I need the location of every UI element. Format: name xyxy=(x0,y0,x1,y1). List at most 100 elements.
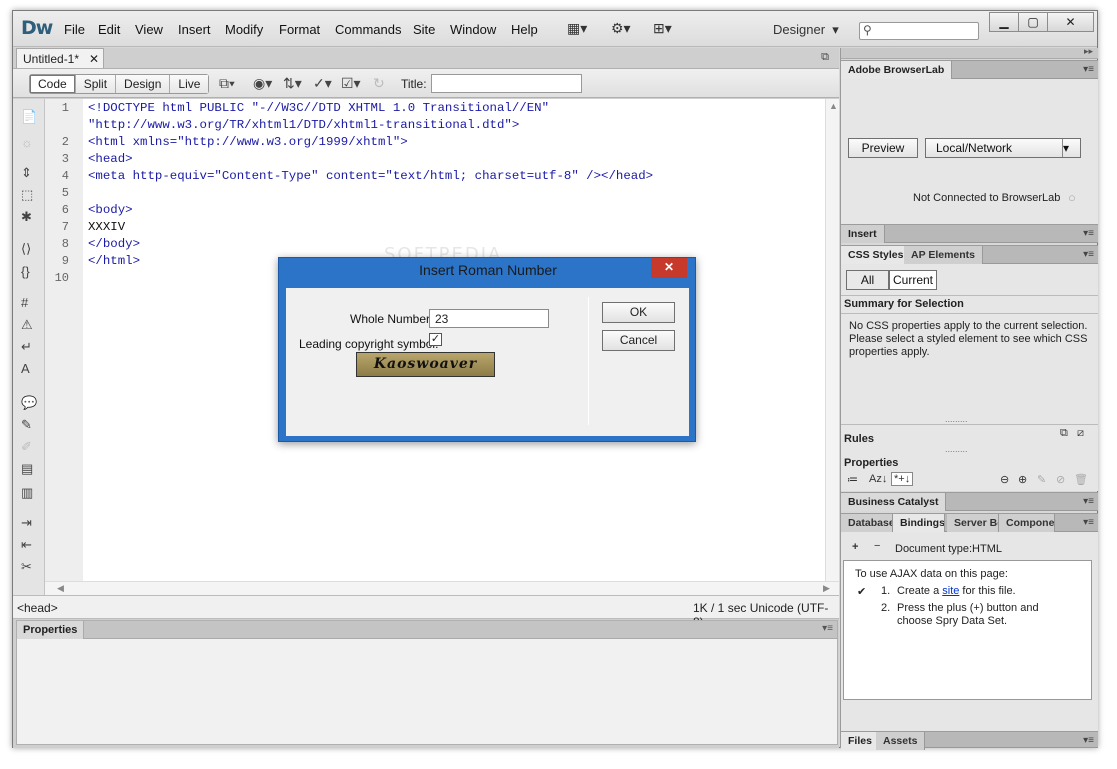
wrap-tag-icon[interactable]: ✐ xyxy=(21,439,32,455)
edit-rule-icon[interactable]: ✎ xyxy=(1037,473,1046,486)
highlight-invalid-icon[interactable]: ⚠ xyxy=(21,317,33,333)
collapse-full-tag-icon[interactable]: ⇕ xyxy=(21,165,32,181)
menu-site[interactable]: Site xyxy=(413,22,435,37)
css-current-button[interactable]: Current xyxy=(889,270,937,290)
cancel-button[interactable]: Cancel xyxy=(602,330,675,351)
panel-menu-icon[interactable]: ▾≡ xyxy=(1083,64,1094,75)
copyright-checkbox[interactable]: ✓ xyxy=(429,333,442,346)
trash-icon[interactable]: 🗑 xyxy=(1074,473,1088,486)
recent-snippets-icon[interactable]: ▤ xyxy=(21,461,33,477)
network-select[interactable]: Local/Network ▾ xyxy=(925,138,1081,158)
design-view-button[interactable]: Design xyxy=(116,75,171,93)
databases-tab[interactable]: Databases xyxy=(841,514,893,532)
set-properties-icon[interactable]: *+↓ xyxy=(891,472,914,486)
alpha-view-icon[interactable]: Az↓ xyxy=(869,473,887,485)
menu-view[interactable]: View xyxy=(135,22,163,37)
scroll-up-icon[interactable]: ▲ xyxy=(829,101,838,111)
sitemap-icon[interactable]: ⊞▾ xyxy=(653,20,672,37)
indent-icon[interactable]: ⇥ xyxy=(21,515,32,531)
menu-commands[interactable]: Commands xyxy=(335,22,401,37)
properties-tab[interactable]: Properties xyxy=(17,621,85,639)
menu-format[interactable]: Format xyxy=(279,22,320,37)
close-button[interactable]: ✕ xyxy=(1047,12,1094,32)
live-view-button[interactable]: Live xyxy=(170,75,209,93)
css-styles-tab[interactable]: CSS Styles xyxy=(841,246,912,264)
minimize-button[interactable]: ▁ xyxy=(989,12,1019,32)
panel-menu-icon[interactable]: ▾≡ xyxy=(1083,517,1094,528)
panel-menu-icon[interactable]: ▾≡ xyxy=(822,623,833,634)
outdent-icon[interactable]: ⇤ xyxy=(21,537,32,553)
word-wrap-icon[interactable]: ↵ xyxy=(21,339,32,355)
menu-edit[interactable]: Edit xyxy=(98,22,120,37)
move-css-icon[interactable]: ▥ xyxy=(21,485,33,501)
components-tab[interactable]: Componen xyxy=(999,514,1055,532)
remove-comment-icon[interactable]: ✎ xyxy=(21,417,32,433)
attach-stylesheet-icon[interactable]: ⊖ xyxy=(1000,473,1009,486)
line-numbers-icon[interactable]: # xyxy=(21,295,28,310)
whole-number-input[interactable]: 23 xyxy=(429,309,549,328)
category-view-icon[interactable]: ≔ xyxy=(847,473,858,486)
switch-view-icon[interactable]: ⧉ xyxy=(1060,427,1068,440)
multiscreen-icon[interactable]: ⧉▾ xyxy=(219,75,235,92)
tag-selector[interactable]: <head> xyxy=(17,601,58,615)
panel-menu-icon[interactable]: ▾≡ xyxy=(1083,228,1094,239)
bindings-tab[interactable]: Bindings xyxy=(893,514,945,532)
menu-insert[interactable]: Insert xyxy=(178,22,211,37)
panel-menu-icon[interactable]: ▾≡ xyxy=(1083,496,1094,507)
panel-menu-icon[interactable]: ▾≡ xyxy=(1083,735,1094,746)
close-tab-icon[interactable]: ✕ xyxy=(89,52,99,66)
insert-tab[interactable]: Insert xyxy=(841,225,885,243)
disable-icon[interactable]: ⊘ xyxy=(1056,473,1065,486)
horizontal-scrollbar[interactable]: ◀ ▶ xyxy=(45,581,839,595)
layout-icon[interactable]: ▦▾ xyxy=(567,20,587,37)
workspace-switcher[interactable]: Designer ▾ xyxy=(773,22,839,38)
document-tab[interactable]: Untitled-1* ✕ xyxy=(16,48,104,68)
assets-tab[interactable]: Assets xyxy=(876,732,926,750)
ap-elements-tab[interactable]: AP Elements xyxy=(904,246,983,264)
maximize-button[interactable]: ▢ xyxy=(1018,12,1048,32)
menu-window[interactable]: Window xyxy=(450,22,496,37)
business-catalyst-tab[interactable]: Business Catalyst xyxy=(841,493,947,511)
code-view-button[interactable]: Code xyxy=(30,75,76,93)
preview-button[interactable]: Preview xyxy=(848,138,918,158)
create-site-link[interactable]: site xyxy=(942,585,959,597)
minus-icon[interactable]: − xyxy=(874,540,880,552)
show-cascade-icon[interactable]: ⧄ xyxy=(1077,427,1084,440)
file-management-icon[interactable]: ⇅▾ xyxy=(283,75,302,92)
refresh-icon[interactable]: ↻ xyxy=(373,75,385,92)
collapse-icon[interactable]: ▸▸ xyxy=(1084,46,1093,57)
show-code-navigator-icon[interactable]: ☼ xyxy=(21,135,33,150)
scroll-left-icon[interactable]: ◀ xyxy=(57,583,64,594)
dialog-close-button[interactable]: ✕ xyxy=(651,258,687,278)
resize-grip-icon[interactable]: ......... xyxy=(945,414,968,424)
open-documents-icon[interactable]: 📄 xyxy=(21,109,37,125)
help-search-input[interactable]: ⚲ xyxy=(859,22,979,40)
ok-button[interactable]: OK xyxy=(602,302,675,323)
plus-icon[interactable]: + xyxy=(852,541,858,553)
kaosweaver-logo[interactable]: Kaoswoaver xyxy=(356,352,495,377)
apply-comment-icon[interactable]: 💬 xyxy=(21,395,37,411)
new-css-rule-icon[interactable]: ⊕ xyxy=(1018,473,1027,486)
panel-menu-icon[interactable]: ▾≡ xyxy=(1083,249,1094,260)
menu-modify[interactable]: Modify xyxy=(225,22,263,37)
menu-help[interactable]: Help xyxy=(511,22,538,37)
css-all-button[interactable]: All xyxy=(846,270,889,290)
title-input[interactable] xyxy=(431,74,582,93)
split-view-button[interactable]: Split xyxy=(75,75,117,93)
syntax-coloring-icon[interactable]: A xyxy=(21,361,30,376)
files-tab[interactable]: Files xyxy=(841,732,880,750)
validate-icon[interactable]: ✓▾ xyxy=(313,75,332,92)
collapse-strip[interactable]: ▸▸ xyxy=(841,46,1098,59)
server-behaviors-tab[interactable]: Server Be xyxy=(947,514,999,532)
browserlab-tab[interactable]: Adobe BrowserLab xyxy=(841,61,953,79)
restore-icon[interactable]: ⧉ xyxy=(821,51,829,64)
select-parent-tag-icon[interactable]: ⟨⟩ xyxy=(21,241,31,257)
balance-braces-icon[interactable]: {} xyxy=(21,264,30,279)
preview-browser-icon[interactable]: ◉▾ xyxy=(253,75,272,92)
resize-grip-icon[interactable]: ......... xyxy=(945,444,968,454)
gear-icon[interactable]: ⚙▾ xyxy=(611,20,631,37)
expand-all-icon[interactable]: ✱ xyxy=(21,209,32,225)
menu-file[interactable]: File xyxy=(64,22,85,37)
format-source-icon[interactable]: ✂ xyxy=(21,559,32,575)
vertical-scrollbar[interactable]: ▲ xyxy=(825,99,839,581)
